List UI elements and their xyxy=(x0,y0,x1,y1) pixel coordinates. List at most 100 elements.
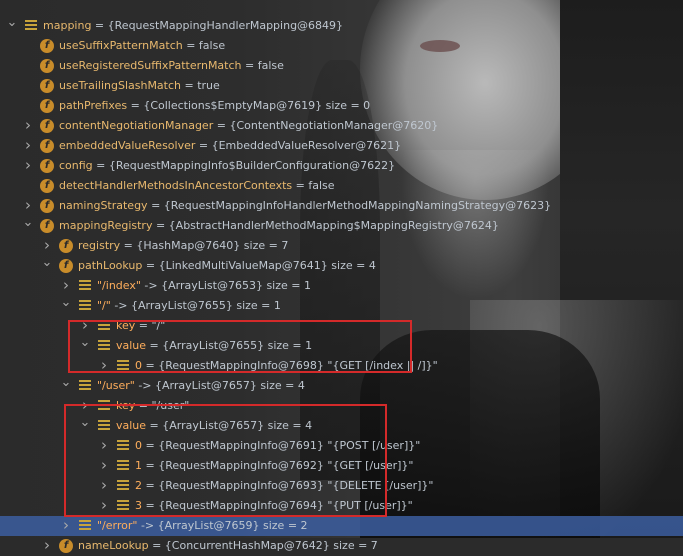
list-icon xyxy=(98,400,110,412)
variable-name: 1 xyxy=(135,459,142,472)
variable-value: = {EmbeddedValueResolver@7621} xyxy=(195,139,402,152)
chevron-right-icon[interactable]: › xyxy=(79,316,91,336)
variable-name: 3 xyxy=(135,499,142,512)
chevron-down-icon[interactable]: ⌄ xyxy=(6,16,18,36)
chevron-right-icon[interactable]: › xyxy=(41,236,53,256)
variable-value: -> {ArrayList@7657} size = 4 xyxy=(134,379,305,392)
chevron-right-icon[interactable]: › xyxy=(22,156,34,176)
tree-row-nameLookup[interactable]: › f nameLookup = {ConcurrentHashMap@7642} … xyxy=(0,536,683,556)
variable-name: "/user" xyxy=(97,379,135,392)
tree-row-namingStrategy[interactable]: › f namingStrategy = {RequestMappingInfoHa… xyxy=(0,196,683,216)
variable-value: -> {ArrayList@7653} size = 1 xyxy=(140,279,311,292)
variable-value: = true xyxy=(181,79,220,92)
tree-row-detectHandlerMethodsInAncestorContexts[interactable]: f detectHandlerMethodsInAncestorContexts … xyxy=(0,176,683,196)
chevron-down-icon[interactable]: ⌄ xyxy=(41,256,53,276)
chevron-right-icon[interactable]: › xyxy=(60,276,72,296)
tree-row-useSuffixPatternMatch[interactable]: f useSuffixPatternMatch = false xyxy=(0,36,683,56)
chevron-down-icon[interactable]: ⌄ xyxy=(60,296,72,316)
tree-row-pathLookup[interactable]: ⌄ f pathLookup = {LinkedMultiValueMap@7641… xyxy=(0,256,683,276)
variable-value: = {ArrayList@7655} size = 1 xyxy=(146,339,313,352)
field-icon: f xyxy=(40,139,54,153)
variable-value: = false xyxy=(182,39,226,52)
chevron-right-icon[interactable]: › xyxy=(60,516,72,536)
variable-value: = {RequestMappingInfo@7698} "{GET [/inde… xyxy=(142,359,438,372)
field-icon: f xyxy=(40,219,54,233)
chevron-right-icon[interactable]: › xyxy=(79,396,91,416)
tree-row-0[interactable]: › 0 = {RequestMappingInfo@7691} "{POST [/… xyxy=(0,436,683,456)
field-icon: f xyxy=(59,239,73,253)
tree-row-pathPrefixes[interactable]: f pathPrefixes = {Collections$EmptyMap@76… xyxy=(0,96,683,116)
variable-name: config xyxy=(59,159,93,172)
chevron-down-icon[interactable]: ⌄ xyxy=(79,416,91,436)
field-icon: f xyxy=(40,59,54,73)
chevron-right-icon[interactable]: › xyxy=(22,136,34,156)
field-icon: f xyxy=(40,159,54,173)
variable-value: = false xyxy=(292,179,335,192)
variable-value: = {Collections$EmptyMap@7619} size = 0 xyxy=(127,99,371,112)
tree-row-registry[interactable]: › f registry = {HashMap@7640} size = 7 xyxy=(0,236,683,256)
tree-row-error[interactable]: › "/error" -> {ArrayList@7659} size = 2 xyxy=(0,516,683,536)
variable-value: = {RequestMappingHandlerMapping@6849} xyxy=(91,19,344,32)
tree-row-contentNegotiationManager[interactable]: › f contentNegotiationManager = {ContentNe… xyxy=(0,116,683,136)
list-icon xyxy=(117,480,129,492)
tree-row-mappingRegistry[interactable]: ⌄ f mappingRegistry = {AbstractHandlerMeth… xyxy=(0,216,683,236)
field-icon: f xyxy=(40,199,54,213)
tree-row[interactable] xyxy=(0,0,683,16)
variable-name: 0 xyxy=(135,359,142,372)
variable-name: detectHandlerMethodsInAncestorContexts xyxy=(59,179,293,192)
variable-value: = "/" xyxy=(135,319,166,332)
list-icon xyxy=(25,20,37,32)
field-icon: f xyxy=(40,39,54,53)
tree-row-useRegisteredSuffixPatternMatch[interactable]: f useRegisteredSuffixPatternMatch = false xyxy=(0,56,683,76)
list-icon xyxy=(117,460,129,472)
variable-value: = {HashMap@7640} size = 7 xyxy=(120,239,289,252)
variable-name: "/index" xyxy=(97,279,141,292)
tree-row-key[interactable]: › key = "/user" xyxy=(0,396,683,416)
variable-name: key xyxy=(116,399,136,412)
chevron-right-icon[interactable]: › xyxy=(22,116,34,136)
chevron-right-icon[interactable]: › xyxy=(98,356,110,376)
tree-row-key[interactable]: › key = "/" xyxy=(0,316,683,336)
tree-row-config[interactable]: › f config = {RequestMappingInfo$BuilderCo… xyxy=(0,156,683,176)
chevron-down-icon[interactable]: ⌄ xyxy=(60,376,72,396)
tree-row-embeddedValueResolver[interactable]: › f embeddedValueResolver = {EmbeddedValue… xyxy=(0,136,683,156)
variable-name: 2 xyxy=(135,479,142,492)
tree-row-0[interactable]: › 0 = {RequestMappingInfo@7698} "{GET [/i… xyxy=(0,356,683,376)
variable-name: pathPrefixes xyxy=(59,99,128,112)
variable-name: 0 xyxy=(135,439,142,452)
chevron-right-icon[interactable]: › xyxy=(22,196,34,216)
tree-row-3[interactable]: › 3 = {RequestMappingInfo@7694} "{PUT [/u… xyxy=(0,496,683,516)
field-icon: f xyxy=(40,179,54,193)
chevron-right-icon[interactable]: › xyxy=(41,536,53,556)
list-icon xyxy=(117,500,129,512)
variable-name: useRegisteredSuffixPatternMatch xyxy=(59,59,242,72)
variable-name: namingStrategy xyxy=(59,199,148,212)
chevron-right-icon[interactable]: › xyxy=(98,456,110,476)
chevron-right-icon[interactable]: › xyxy=(98,496,110,516)
chevron-right-icon[interactable]: › xyxy=(98,476,110,496)
tree-row-1[interactable]: › 1 = {RequestMappingInfo@7692} "{GET [/u… xyxy=(0,456,683,476)
chevron-down-icon[interactable]: ⌄ xyxy=(79,336,91,356)
variable-name: pathLookup xyxy=(78,259,143,272)
list-icon xyxy=(98,320,110,332)
list-icon xyxy=(79,300,91,312)
tree-row-user[interactable]: ⌄ "/user" -> {ArrayList@7657} size = 4 xyxy=(0,376,683,396)
tree-row-value[interactable]: ⌄ value = {ArrayList@7657} size = 4 xyxy=(0,416,683,436)
debugger-variables-tree: ⌄ mapping = {RequestMappingHandlerMapping… xyxy=(0,0,683,554)
tree-row-value[interactable]: ⌄ value = {ArrayList@7655} size = 1 xyxy=(0,336,683,356)
variable-value: = {RequestMappingInfo@7693} "{DELETE [/u… xyxy=(142,479,434,492)
variable-value: = {RequestMappingInfoHandlerMethodMappin… xyxy=(147,199,552,212)
chevron-right-icon[interactable]: › xyxy=(98,436,110,456)
tree-row-mapping[interactable]: ⌄ mapping = {RequestMappingHandlerMapping… xyxy=(0,16,683,36)
tree-row-index[interactable]: › "/index" -> {ArrayList@7653} size = 1 xyxy=(0,276,683,296)
chevron-down-icon[interactable]: ⌄ xyxy=(22,216,34,236)
variable-value: = false xyxy=(241,59,284,72)
field-icon: f xyxy=(40,119,54,133)
tree-row-[interactable]: ⌄ "/" -> {ArrayList@7655} size = 1 xyxy=(0,296,683,316)
tree-row-useTrailingSlashMatch[interactable]: f useTrailingSlashMatch = true xyxy=(0,76,683,96)
variable-name: registry xyxy=(78,239,121,252)
variable-name: "/" xyxy=(97,299,111,312)
variable-name: useSuffixPatternMatch xyxy=(59,39,183,52)
variable-name: embeddedValueResolver xyxy=(59,139,196,152)
tree-row-2[interactable]: › 2 = {RequestMappingInfo@7693} "{DELETE … xyxy=(0,476,683,496)
